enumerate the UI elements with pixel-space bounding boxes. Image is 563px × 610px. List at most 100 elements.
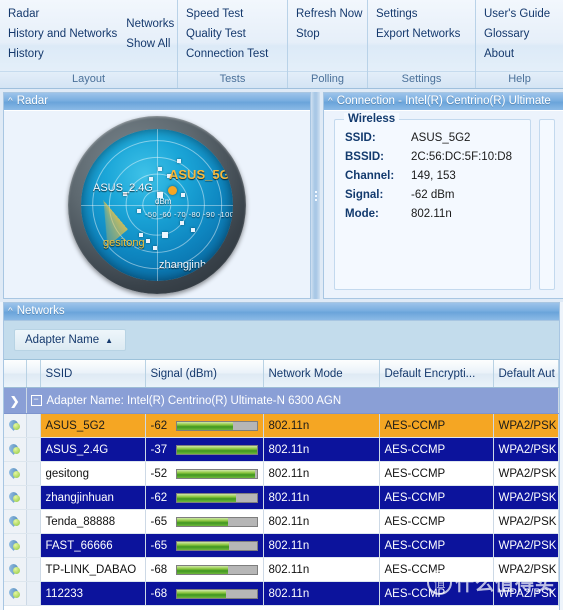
- wireless-field-key: SSID:: [345, 132, 376, 144]
- column-header-default-encryption[interactable]: Default Encrypti...: [379, 360, 494, 388]
- radar-ap-marker[interactable]: [158, 166, 162, 171]
- column-header-signal[interactable]: Signal (dBm): [145, 360, 264, 388]
- table-row[interactable]: gesitong -52 802.11n AES-CCMP WPA2/PSK: [4, 461, 559, 486]
- wireless-fieldset: Wireless SSID: ASUS_5G2 BSSID: 2C:56:DC:5F:…: [334, 113, 531, 290]
- radar-display[interactable]: dBm -50 -60 -70 -80 -90 -100 ASUS_5G2 ASU…: [68, 115, 246, 294]
- cell-default-auth: WPA2/PSK: [493, 461, 559, 486]
- radar-ap-marker[interactable]: [139, 232, 143, 237]
- signal-value: -68: [150, 563, 168, 576]
- chevron-up-icon[interactable]: ^: [328, 94, 333, 108]
- networks-panel-header[interactable]: ^ Networks: [3, 302, 560, 320]
- ribbon-item-user-s-guide[interactable]: User's Guide: [480, 4, 555, 24]
- row-spacer-cell: [26, 581, 41, 606]
- connection-panel-body: Wireless SSID: ASUS_5G2 BSSID: 2C:56:DC:5F:…: [324, 111, 563, 298]
- group-by-adapter-name-chip[interactable]: Adapter Name ▲: [14, 329, 127, 351]
- group-header-cell[interactable]: − Adapter Name: Intel(R) Centrino(R) Ulti…: [26, 387, 559, 414]
- wireless-field-row: Channel: 149, 153: [345, 170, 520, 182]
- chevron-up-icon[interactable]: ^: [8, 304, 13, 318]
- radar-current-ap-marker[interactable]: [168, 185, 177, 195]
- connection-panel-title: Connection - Intel(R) Centrino(R) Ultima…: [336, 95, 551, 107]
- networks-panel: Adapter Name ▲ SSID Signal (dBm) Network…: [3, 320, 560, 610]
- cell-default-auth: WPA2/PSK: [493, 413, 559, 438]
- table-row[interactable]: ASUS_5G2 -62 802.11n AES-CCMP WPA2/PSK: [4, 413, 559, 438]
- row-spacer-cell: [26, 509, 41, 534]
- radar-ap-marker[interactable]: [177, 158, 181, 163]
- table-row[interactable]: ASUS_2.4G -37 802.11n AES-CCMP WPA2/PSK: [4, 437, 559, 462]
- top-panels-row: ^ Radar dBm -50 -60 -70 -80 -90 -100 ASU…: [0, 89, 563, 302]
- ribbon-group-polling: Refresh Now Stop Polling: [288, 0, 368, 88]
- cell-default-auth: WPA2/PSK: [493, 437, 559, 462]
- collapse-group-icon[interactable]: −: [30, 394, 42, 406]
- radar-ap-marker[interactable]: [146, 238, 150, 243]
- cell-ssid: ASUS_5G2: [40, 413, 146, 438]
- chevron-up-icon[interactable]: ^: [8, 94, 13, 108]
- radar-ap-marker[interactable]: [162, 231, 168, 238]
- cell-signal: -62: [145, 413, 264, 438]
- ribbon-column: Speed Test Quality Test Connection Test: [182, 4, 273, 71]
- ribbon-item-connection-test[interactable]: Connection Test: [182, 44, 273, 64]
- row-spacer-cell: [26, 533, 41, 558]
- radar-ap-marker[interactable]: [180, 220, 184, 225]
- ribbon-group-help: User's Guide Glossary About Help: [476, 0, 563, 88]
- ribbon-item-quality-test[interactable]: Quality Test: [182, 24, 273, 44]
- ribbon-item-speed-test[interactable]: Speed Test: [182, 4, 273, 24]
- radar-ap-marker[interactable]: [137, 208, 141, 213]
- ribbon-column: Refresh Now Stop: [292, 4, 367, 71]
- ribbon-column: Networks Show All: [122, 4, 179, 71]
- cell-signal: -68: [145, 557, 264, 582]
- cell-default-encryption: AES-CCMP: [379, 509, 494, 534]
- group-header-text: Adapter Name: Intel(R) Centrino(R) Ultim…: [46, 394, 342, 407]
- cell-ssid: Tenda_88888: [40, 509, 146, 534]
- ribbon-item-export-networks[interactable]: Export Networks: [372, 24, 465, 44]
- ribbon-item-radar[interactable]: Radar: [4, 4, 122, 24]
- radar-ap-marker[interactable]: [123, 191, 127, 196]
- wireless-field-key: Channel:: [345, 170, 395, 182]
- radar-ap-marker[interactable]: [181, 192, 185, 197]
- column-header-default-auth[interactable]: Default Aut: [493, 360, 559, 388]
- ribbon-item-refresh-now[interactable]: Refresh Now: [292, 4, 367, 24]
- signal-value: -62: [150, 419, 168, 432]
- table-row[interactable]: FAST_66666 -65 802.11n AES-CCMP WPA2/PSK: [4, 533, 559, 558]
- ribbon-item-history-and-networks[interactable]: History and Networks: [4, 24, 122, 44]
- ribbon-item-glossary[interactable]: Glossary: [480, 24, 555, 44]
- current-row-arrow-icon: ❯: [4, 387, 27, 414]
- group-by-bar: Adapter Name ▲: [4, 321, 559, 360]
- radar-ap-marker[interactable]: [149, 176, 153, 181]
- ribbon-group-label: Settings: [368, 71, 475, 88]
- column-header-ssid[interactable]: SSID: [40, 360, 146, 388]
- table-row[interactable]: Tenda_88888 -65 802.11n AES-CCMP WPA2/PSK: [4, 509, 559, 534]
- wireless-legend: Wireless: [344, 113, 400, 125]
- cell-network-mode: 802.11n: [263, 533, 380, 558]
- radar-ap-marker[interactable]: [153, 245, 157, 250]
- table-row[interactable]: 112233 -68 802.11n AES-CCMP WPA2/PSK: [4, 581, 559, 606]
- ribbon-item-settings[interactable]: Settings: [372, 4, 465, 24]
- panel-splitter[interactable]: [311, 92, 320, 299]
- wireless-field-value: 2C:56:DC:5F:10:D8: [411, 151, 512, 163]
- cell-default-encryption: AES-CCMP: [379, 413, 494, 438]
- cell-signal: -37: [145, 437, 264, 462]
- sort-ascending-icon[interactable]: ▲: [105, 336, 113, 345]
- group-header-row[interactable]: ❯ − Adapter Name: Intel(R) Centrino(R) Ult…: [4, 387, 559, 414]
- ribbon-column: Settings Export Networks: [372, 4, 465, 71]
- ribbon-item-about[interactable]: About: [480, 44, 555, 64]
- wireless-field-key: Mode:: [345, 208, 379, 220]
- radar-ap-marker[interactable]: [191, 227, 195, 232]
- wireless-field-row: Signal: -62 dBm: [345, 189, 520, 201]
- ribbon-item-stop[interactable]: Stop: [292, 24, 367, 44]
- cell-default-encryption: AES-CCMP: [379, 437, 494, 462]
- table-row[interactable]: TP-LINK_DABAO -68 802.11n AES-CCMP WPA2/PSK: [4, 557, 559, 582]
- wifi-icon: [8, 539, 21, 551]
- ribbon-item-show-all[interactable]: Show All: [122, 34, 179, 54]
- radar-ap-marker[interactable]: [167, 173, 171, 178]
- cell-network-mode: 802.11n: [263, 557, 380, 582]
- radar-panel-header[interactable]: ^ Radar: [4, 93, 310, 111]
- cell-ssid: gesitong: [40, 461, 146, 486]
- column-header-network-mode[interactable]: Network Mode: [263, 360, 380, 388]
- connection-panel-header[interactable]: ^ Connection - Intel(R) Centrino(R) Ulti…: [324, 93, 563, 111]
- row-wifi-icon-cell: [4, 413, 27, 438]
- ribbon-item-history[interactable]: History: [4, 44, 122, 64]
- row-wifi-icon-cell: [4, 581, 27, 606]
- ribbon-item-networks[interactable]: Networks: [122, 14, 179, 34]
- ribbon-group-label: Polling: [288, 71, 367, 88]
- table-row[interactable]: zhangjinhuan -62 802.11n AES-CCMP WPA2/PSK: [4, 485, 559, 510]
